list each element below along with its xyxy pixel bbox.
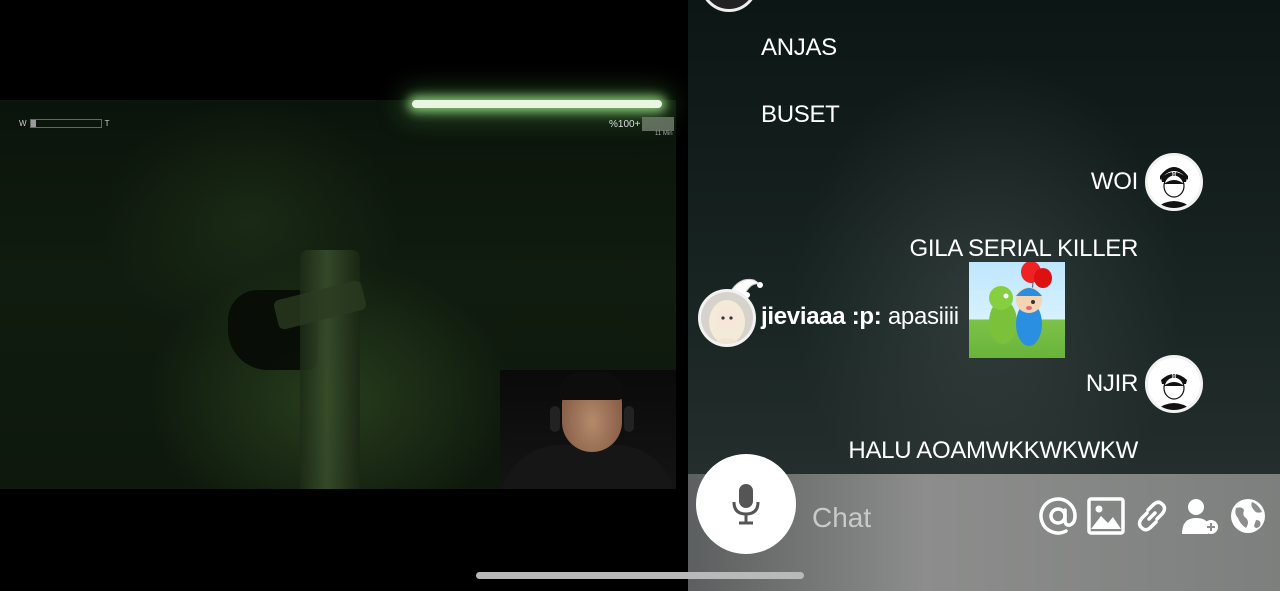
hud-battery-text: %100+ [609,118,641,130]
hud-battery-readout: %100+ [609,117,675,131]
chat-message: GILA SERIAL KILLER [909,235,1139,262]
chat-message-text: apasiiii [887,303,959,330]
hud-stamina-meter: W T [19,119,109,128]
hud-meter-start-label: W [19,119,27,128]
link-icon [1137,500,1167,532]
home-indicator[interactable] [476,572,804,579]
at-sign-icon [1039,497,1077,535]
svg-text:M: M [1171,171,1176,178]
microphone-icon [732,484,760,525]
webcam-headset-left [550,406,560,432]
chat-pane: ANJAS BUSET WOI M GILA SERIAL KILLER jie… [688,0,1280,591]
stream-video-pane[interactable]: W T %100+ 11 Min [0,0,688,591]
hud-meter-bar [29,119,102,128]
image-icon [1087,497,1125,535]
chat-input[interactable] [810,497,1014,539]
avatar[interactable]: M [1145,153,1203,211]
webcam-streamer-hair [558,372,624,400]
avatar[interactable] [700,0,758,12]
webcam-headset-right [624,406,634,432]
voice-input-button[interactable] [696,454,796,554]
mention-button[interactable] [1038,496,1078,536]
chat-message: ANJAS [761,34,837,61]
user-avatar-icon: M [1148,156,1200,208]
screen: W T %100+ 11 Min ANJAS BUSET WOI M GILA … [0,0,1280,591]
globe-icon [1231,499,1265,533]
image-upload-button[interactable] [1086,496,1126,536]
hud-time-remaining: 11 Min [655,131,673,137]
hud-meter-fill [30,120,37,127]
svg-text:M: M [1171,373,1176,380]
invite-user-button[interactable] [1180,496,1220,536]
user-avatar-icon: M [1148,358,1200,410]
hud-meter-end-label: T [104,119,110,128]
chat-message: HALU AOAMWKKWKWKW [848,437,1138,464]
language-button[interactable] [1228,496,1268,536]
streamer-webcam [500,370,676,489]
avatar[interactable]: M [1145,355,1203,413]
avatar[interactable] [698,289,756,347]
chat-message-with-user: jieviaaa :p: apasiiii [761,303,959,331]
chat-username[interactable]: jieviaaa :p: [761,303,882,330]
chat-sticker-image[interactable] [969,262,1065,358]
hud-battery-box [642,117,675,131]
pocoyo-sticker-icon [989,262,1052,346]
chat-message: NJIR [1085,370,1138,397]
link-button[interactable] [1132,496,1172,536]
scene-light-strip [412,100,662,108]
chat-message: WOI [1090,168,1138,195]
add-user-icon [1182,499,1218,534]
user-avatar-icon [701,292,753,344]
chat-message: BUSET [761,101,840,128]
